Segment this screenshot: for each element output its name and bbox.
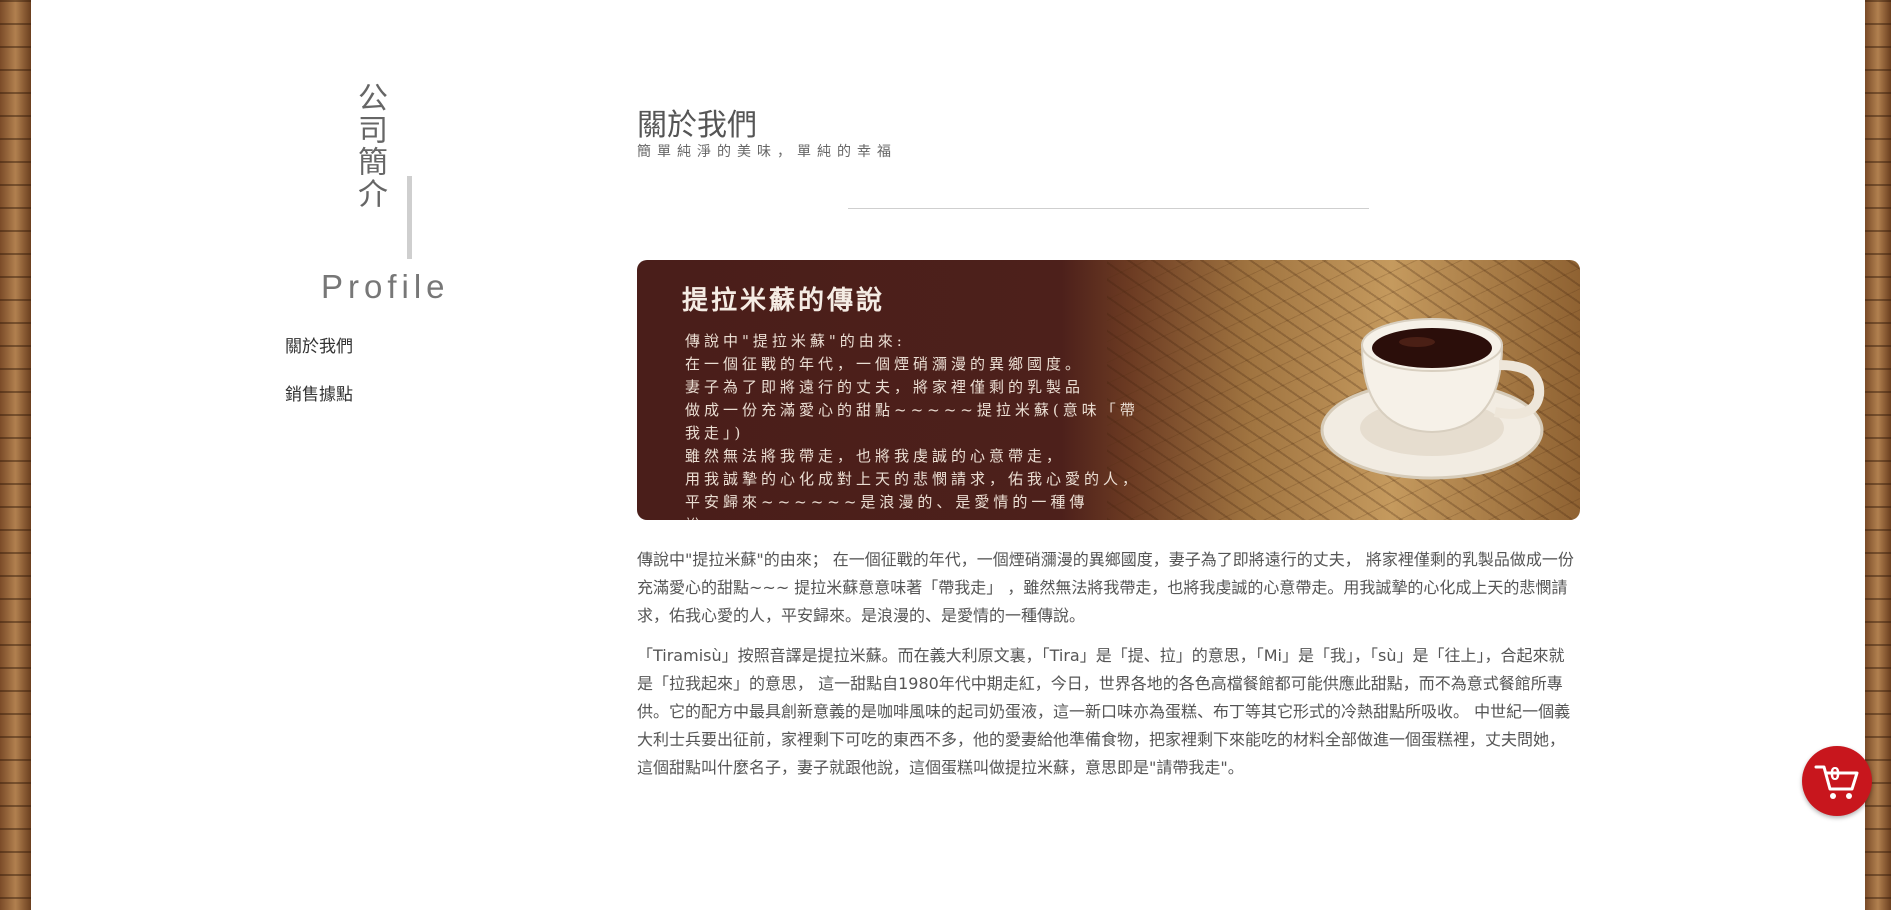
sidebar-title-vertical: 公司簡介 [352, 82, 387, 210]
sidebar-link-about[interactable]: 關於我們 [285, 332, 353, 357]
sidebar-link-stores[interactable]: 銷售據點 [285, 380, 353, 405]
about-paragraph-1: 傳說中"提拉米蘇"的由來； 在一個征戰的年代，一個煙硝瀰漫的異鄉國度，妻子為了即… [637, 550, 1574, 625]
cart-count-badge: 0 [1830, 764, 1841, 784]
cart-button[interactable]: 0 [1802, 746, 1872, 816]
about-paragraph-2: 「Tiramisù」按照音譯是提拉米蘇。而在義大利原文裏，「Tira」是「提、拉… [637, 646, 1571, 777]
banner-text: 傳說中"提拉米蘇"的由來: 在一個征戰的年代，一個煙硝瀰漫的異鄉國度。 妻子為了… [685, 332, 1142, 520]
page-subtitle: 簡單純淨的美味，單純的幸福 [637, 144, 897, 160]
banner-heading: 提拉米蘇的傳說 [682, 286, 886, 316]
sidebar-title-en: Profile [321, 268, 450, 305]
sidebar-accent-bar [407, 176, 412, 259]
coffee-cup-icon [1320, 318, 1545, 480]
title-divider [848, 208, 1369, 209]
page-title: 關於我們 [637, 108, 757, 143]
wood-background-left [0, 0, 31, 910]
tiramisu-banner-image: 提拉米蘇的傳說 傳說中"提拉米蘇"的由來: 在一個征戰的年代，一個煙硝瀰漫的異鄉… [637, 260, 1580, 520]
